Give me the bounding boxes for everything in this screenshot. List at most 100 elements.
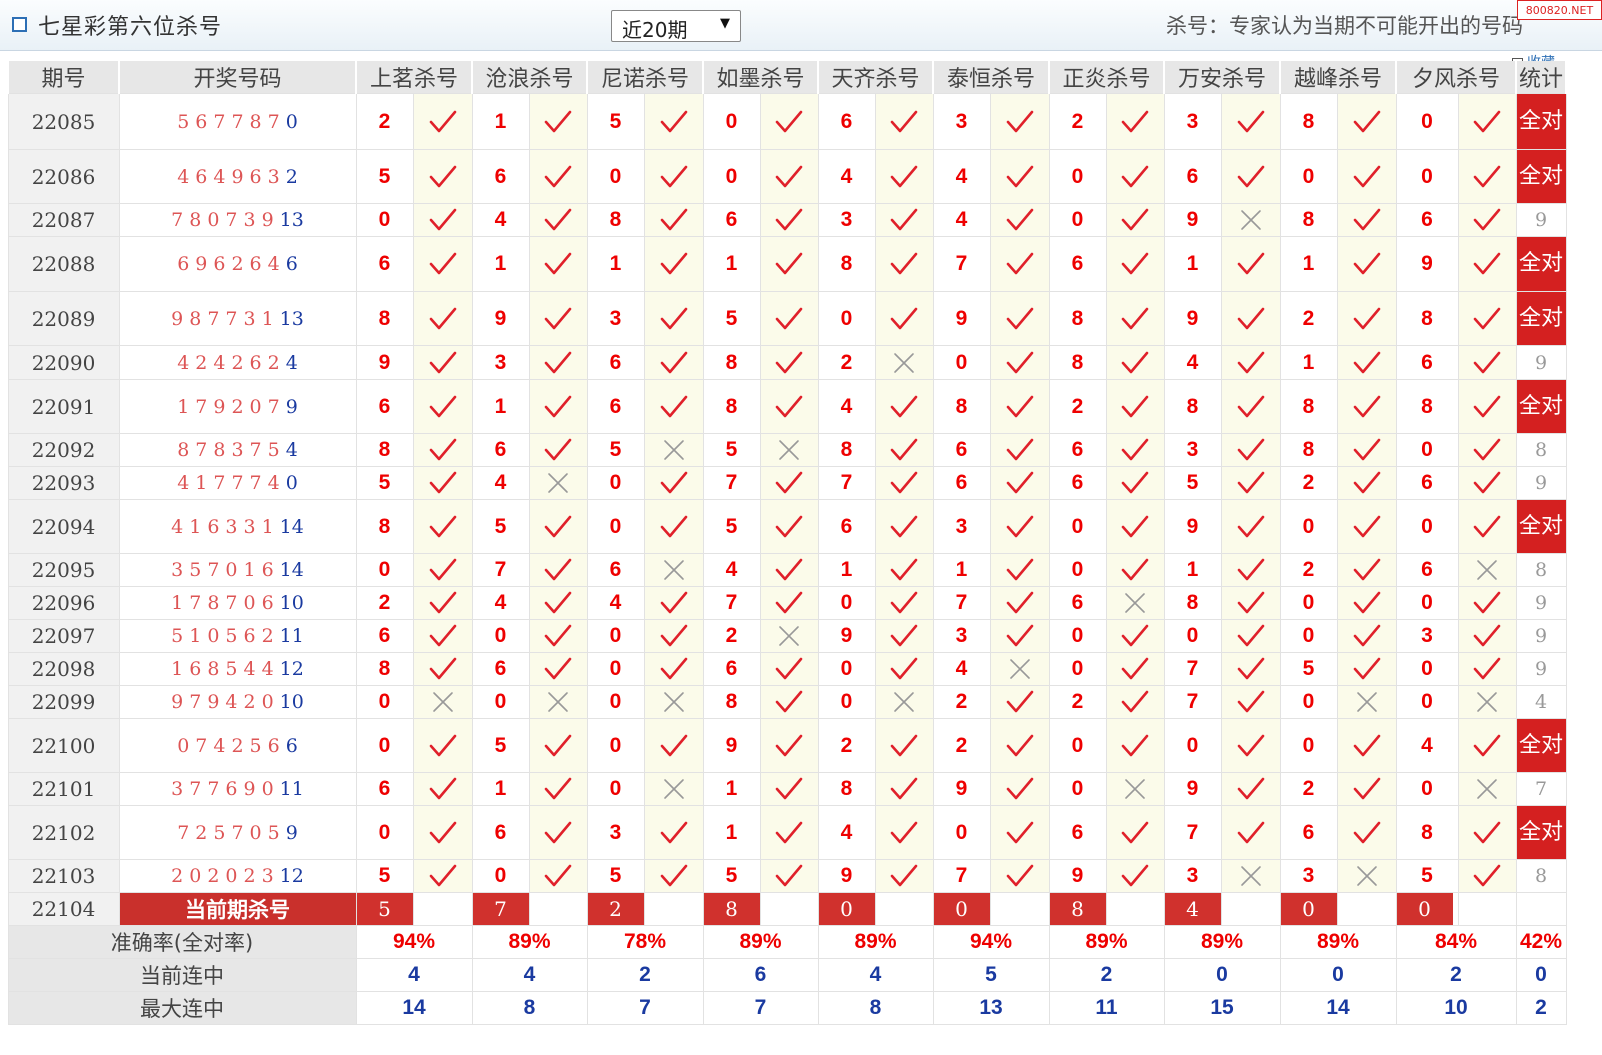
kill-number: 5 [702, 433, 761, 467]
check-icon [1237, 690, 1264, 713]
draw-digits: 725705 [177, 821, 286, 844]
hit-cell [643, 805, 704, 860]
kill-number: 3 [586, 291, 645, 346]
draw-numbers-cell: 4649632 [118, 149, 357, 204]
kill-number: 6 [1395, 466, 1459, 500]
hit-cell [528, 236, 588, 292]
current-kill-cell: 0 [1395, 892, 1459, 926]
miss-cell [528, 685, 588, 719]
current-streak-value: 4 [817, 958, 934, 992]
kill-number: 1 [817, 553, 876, 587]
col-expert-4: 如墨杀号 [702, 61, 819, 94]
row-stat: 9 [1515, 466, 1567, 500]
kill-number: 6 [355, 619, 414, 653]
kill-number: 5 [471, 499, 530, 554]
period-cell: 22096 [7, 586, 120, 620]
period-cell: 22095 [7, 553, 120, 587]
col-expert-8: 万安杀号 [1163, 61, 1281, 94]
check-icon [775, 471, 803, 494]
hit-cell [528, 291, 588, 346]
kill-number: 2 [1279, 772, 1338, 806]
hit-cell [1105, 291, 1165, 346]
max-streak-value: 8 [471, 991, 588, 1025]
draw-numbers-cell: 5677870 [118, 93, 357, 150]
kill-number: 0 [932, 805, 991, 860]
period-cell: 22088 [7, 236, 120, 292]
miss-cell [412, 685, 473, 719]
kill-number: 0 [355, 805, 414, 860]
hit-cell [1336, 379, 1397, 434]
table-row: 22099 97942010 0 0 0 8 0 2 2 7 0 0 4 [7, 685, 1567, 719]
draw-last-number: 13 [279, 209, 304, 231]
draw-digits: 878375 [177, 439, 286, 461]
check-icon [660, 624, 687, 647]
period-cell: 22085 [7, 93, 120, 150]
kill-number: 9 [817, 859, 876, 893]
hit-cell [643, 466, 704, 500]
draw-digits: 202023 [171, 865, 280, 887]
hit-cell [989, 236, 1050, 292]
hit-cell [1336, 805, 1397, 860]
draw-last-number: 12 [279, 865, 304, 887]
kill-number: 2 [1279, 553, 1338, 587]
draw-digits: 074256 [177, 734, 286, 757]
hit-cell [528, 553, 588, 587]
period-cell: 22091 [7, 379, 120, 434]
current-kill-cell: 7 [471, 892, 530, 926]
table-row: 22087 78073913 0 4 8 6 3 4 0 9 8 6 9 [7, 203, 1567, 237]
col-expert-6: 泰恒杀号 [932, 61, 1050, 94]
check-icon [660, 864, 687, 887]
check-icon [544, 515, 572, 537]
kill-number: 5 [1395, 859, 1459, 893]
kill-number: 3 [932, 499, 991, 554]
hit-cell [1220, 93, 1281, 150]
accuracy-value: 42% [1515, 925, 1567, 959]
check-icon [544, 438, 572, 461]
kill-number: 9 [1048, 859, 1107, 893]
current-kill-cell: 0 [1279, 892, 1338, 926]
draw-numbers-cell: 98773113 [118, 291, 357, 346]
check-icon [1353, 252, 1380, 275]
cross-icon [779, 626, 799, 646]
check-icon [890, 110, 918, 132]
accuracy-value: 89% [817, 925, 934, 959]
check-icon [429, 657, 456, 680]
kill-number: 6 [471, 433, 530, 467]
kill-number: 1 [1163, 236, 1222, 292]
check-icon [890, 471, 918, 494]
hit-cell [1220, 236, 1281, 292]
kill-number: 1 [471, 236, 530, 292]
hit-cell [643, 345, 704, 380]
hit-cell [1220, 619, 1281, 653]
miss-cell [1457, 553, 1517, 587]
hit-cell [989, 586, 1050, 620]
row-stat: 全对 [1515, 805, 1567, 860]
hit-cell [643, 499, 704, 554]
check-icon [1237, 821, 1264, 843]
period-select[interactable]: 近20期 ▼ [611, 10, 741, 42]
kill-number: 1 [586, 236, 645, 292]
kill-number: 7 [1163, 652, 1222, 686]
kill-number: 0 [1395, 93, 1459, 150]
cross-icon [779, 440, 799, 460]
table-row: 22092 8783754 8 6 5 5 8 6 6 3 8 0 8 [7, 433, 1567, 467]
hit-cell [643, 652, 704, 686]
draw-digits: 416331 [171, 515, 280, 538]
hit-cell [1105, 499, 1165, 554]
kill-number: 8 [1163, 586, 1222, 620]
kill-number: 6 [1048, 433, 1107, 467]
hit-cell [759, 772, 819, 806]
col-expert-2: 沧浪杀号 [471, 61, 588, 94]
check-icon [544, 165, 572, 187]
kill-hint-text: 杀号：专家认为当期不可能开出的号码 [1166, 14, 1523, 38]
table-row: 22097 51056211 6 0 0 2 9 3 0 0 0 3 9 [7, 619, 1567, 653]
check-icon [1353, 777, 1380, 800]
row-stat: 4 [1515, 685, 1567, 719]
check-icon [775, 252, 803, 275]
check-icon [1237, 777, 1264, 800]
check-icon [429, 165, 456, 187]
draw-last-number: 4 [285, 439, 298, 461]
col-expert-3: 尼诺杀号 [586, 61, 704, 94]
check-icon [660, 110, 687, 132]
kill-number: 0 [1163, 619, 1222, 653]
